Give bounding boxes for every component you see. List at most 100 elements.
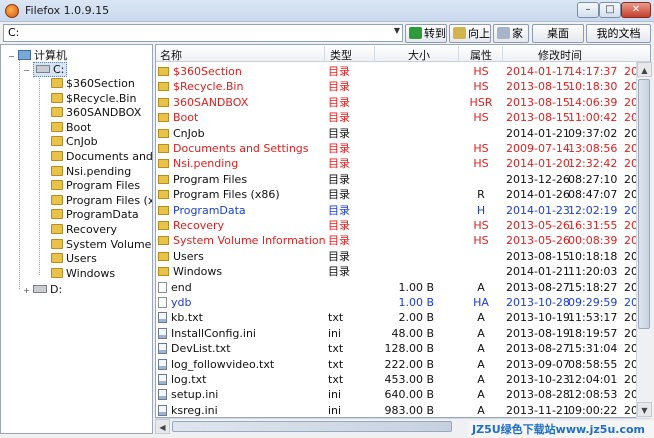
file-name-cell: InstallConfig.ini [158, 326, 256, 341]
file-row[interactable]: Program Files (x86) 目录 R 2014-01-26 08:47:07… [156, 187, 650, 202]
tree-node-folder[interactable]: $Recycle.Bin [51, 91, 136, 106]
file-type: 目录 [328, 80, 350, 94]
window-title: Filefox 1.0.9.15 [25, 4, 110, 17]
file-attributes: A [477, 373, 485, 386]
file-row[interactable]: end 1.00 B A 2013-08-27 15:18:27 201 [156, 280, 650, 295]
folder-icon [51, 209, 63, 220]
home-button[interactable]: 家 [493, 24, 529, 43]
file-row[interactable]: ProgramData 目录 H 2014-01-23 12:02:19 200 [156, 203, 650, 218]
my-documents-button[interactable]: 我的文档 [586, 24, 651, 43]
file-attributes: HS [473, 157, 489, 171]
file-row[interactable]: log.txt txt 453.00 B A 2013-10-23 12:04:01 201 [156, 372, 650, 387]
file-size: 453.00 B [384, 373, 434, 386]
file-row[interactable]: InstallConfig.ini ini 48.00 B A 2013-08-19 18… [156, 326, 650, 341]
file-name: $360Section [173, 65, 242, 78]
maximize-button[interactable]: □ [599, 2, 621, 18]
goto-button[interactable]: 转到 [405, 24, 447, 43]
folder-tree[interactable]: − 计算机 − C: $360Section $Recycle.Bin 360SANDB… [0, 44, 153, 434]
tree-node-folder[interactable]: Nsi.pending [51, 164, 131, 179]
scroll-down-icon[interactable]: ▼ [637, 402, 652, 417]
home-label: 家 [512, 27, 523, 40]
collapse-icon[interactable]: − [22, 67, 31, 76]
file-row[interactable]: Users 目录 2013-08-15 10:18:18 201 [156, 249, 650, 264]
column-header-modified[interactable]: 修改时间 [538, 47, 582, 63]
file-row[interactable]: Documents and Settings 目录 HS 2009-07-14 13:0… [156, 141, 650, 156]
file-modified-time: 09:37:02 [568, 126, 618, 140]
file-modified-date: 2009-07-14 [506, 142, 570, 155]
file-row[interactable]: kb.txt txt 2.00 B A 2013-10-19 11:53:17 201 [156, 310, 650, 325]
column-header-size[interactable]: 大小 [408, 47, 430, 63]
column-divider[interactable] [374, 46, 375, 61]
file-list[interactable]: 名称 类型 大小 属性 修改时间 $360Section 目录 HS 2014-01-… [155, 44, 651, 418]
vertical-scrollbar[interactable]: ▲ ▼ [636, 62, 652, 418]
expand-icon[interactable]: + [22, 287, 31, 296]
tree-node-label: ProgramData [66, 208, 139, 222]
scroll-up-icon[interactable]: ▲ [637, 62, 652, 77]
file-row[interactable]: Recovery 目录 HS 2013-05-26 16:31:55 201 [156, 218, 650, 233]
file-name-cell: ksreg.ini [158, 403, 218, 417]
file-row[interactable]: log_followvideo.txt txt 222.00 B A 2013-09-0… [156, 357, 650, 372]
drive-icon [33, 285, 47, 293]
folder-icon [158, 82, 169, 92]
file-row[interactable]: setup.ini ini 640.00 B A 2013-08-28 12:08:53 2… [156, 387, 650, 402]
scroll-thumb[interactable] [172, 421, 452, 432]
folder-icon [158, 221, 169, 230]
file-row[interactable]: Nsi.pending 目录 HS 2014-01-20 12:32:42 201 [156, 156, 650, 171]
file-name-cell: end [158, 280, 192, 295]
file-icon [158, 327, 167, 339]
scroll-left-icon[interactable]: ◀ [155, 419, 170, 434]
tree-node-c-drive[interactable]: − C: [22, 62, 68, 77]
tree-node-folder[interactable]: ProgramData [51, 207, 139, 222]
column-divider[interactable] [458, 46, 459, 61]
chevron-down-icon[interactable]: ▼ [394, 26, 400, 35]
file-row[interactable]: $Recycle.Bin 目录 HS 2013-08-15 10:18:30 200 [156, 79, 650, 94]
collapse-icon[interactable]: − [7, 53, 16, 62]
tree-node-folder[interactable]: $360Section [51, 76, 135, 91]
tree-node-folder[interactable]: Program Files [51, 178, 140, 193]
tree-node-label: Documents and Se [66, 150, 153, 163]
tree-node-folder[interactable]: Boot [51, 120, 91, 135]
column-header-type[interactable]: 类型 [330, 47, 352, 63]
tree-node-computer[interactable]: − 计算机 [7, 48, 67, 63]
tree-node-folder[interactable]: Windows [51, 266, 115, 281]
column-divider[interactable] [324, 46, 325, 61]
file-row[interactable]: System Volume Information 目录 HS 2013-05-26 0… [156, 233, 650, 248]
path-input[interactable]: C: ▼ [3, 24, 403, 42]
folder-icon [51, 180, 63, 191]
tree-node-d-drive[interactable]: + D: [22, 282, 62, 297]
up-button[interactable]: 向上 [449, 24, 491, 43]
folder-icon [158, 236, 169, 246]
file-row[interactable]: ydb 1.00 B HA 2013-10-28 09:29:59 201 [156, 295, 650, 310]
tree-node-folder[interactable]: CnJob [51, 134, 98, 149]
close-button[interactable]: ✕ [621, 2, 651, 18]
tree-node-folder[interactable]: Users [51, 251, 97, 266]
column-header-attr[interactable]: 属性 [470, 47, 492, 63]
file-modified-time: 12:08:53 [568, 388, 618, 402]
file-name-cell: ydb [158, 295, 191, 310]
desktop-button[interactable]: 桌面 [532, 24, 584, 43]
file-name: Boot [173, 111, 199, 125]
file-row[interactable]: DevList.txt txt 128.00 B A 2013-08-27 15:31:0… [156, 341, 650, 356]
file-row[interactable]: Boot 目录 HS 2013-08-15 11:00:42 201 [156, 110, 650, 125]
minimize-button[interactable]: – [577, 2, 599, 18]
tree-node-folder[interactable]: Recovery [51, 222, 117, 237]
folder-icon [158, 267, 169, 277]
file-name: ProgramData [173, 203, 246, 217]
scroll-thumb[interactable] [638, 79, 650, 329]
tree-node-folder[interactable]: 360SANDBOX [51, 105, 141, 120]
file-icon [158, 358, 167, 370]
file-modified-time: 13:08:56 [568, 142, 618, 155]
file-row[interactable]: 360SANDBOX 目录 HSR 2013-08-15 14:06:39 201 [156, 95, 650, 110]
tree-node-folder[interactable]: Program Files (x86 [51, 193, 152, 208]
file-row[interactable]: Windows 目录 2014-01-21 11:20:03 200 [156, 264, 650, 279]
file-row[interactable]: ksreg.ini ini 983.00 B A 2013-11-21 09:00:22 2… [156, 403, 650, 417]
goto-label: 转到 [424, 27, 446, 40]
file-row[interactable]: Program Files 目录 2013-12-26 08:27:10 200 [156, 172, 650, 187]
column-divider[interactable] [502, 46, 503, 61]
column-header-name[interactable]: 名称 [160, 47, 182, 63]
tree-node-folder[interactable]: System Volume Inf [51, 237, 152, 252]
file-row[interactable]: $360Section 目录 HS 2014-01-17 14:17:37 201 [156, 64, 650, 79]
file-size: 1.00 B [398, 280, 434, 294]
tree-node-folder[interactable]: Documents and Se [51, 149, 153, 164]
file-row[interactable]: CnJob 目录 2014-01-21 09:37:02 201 [156, 126, 650, 141]
